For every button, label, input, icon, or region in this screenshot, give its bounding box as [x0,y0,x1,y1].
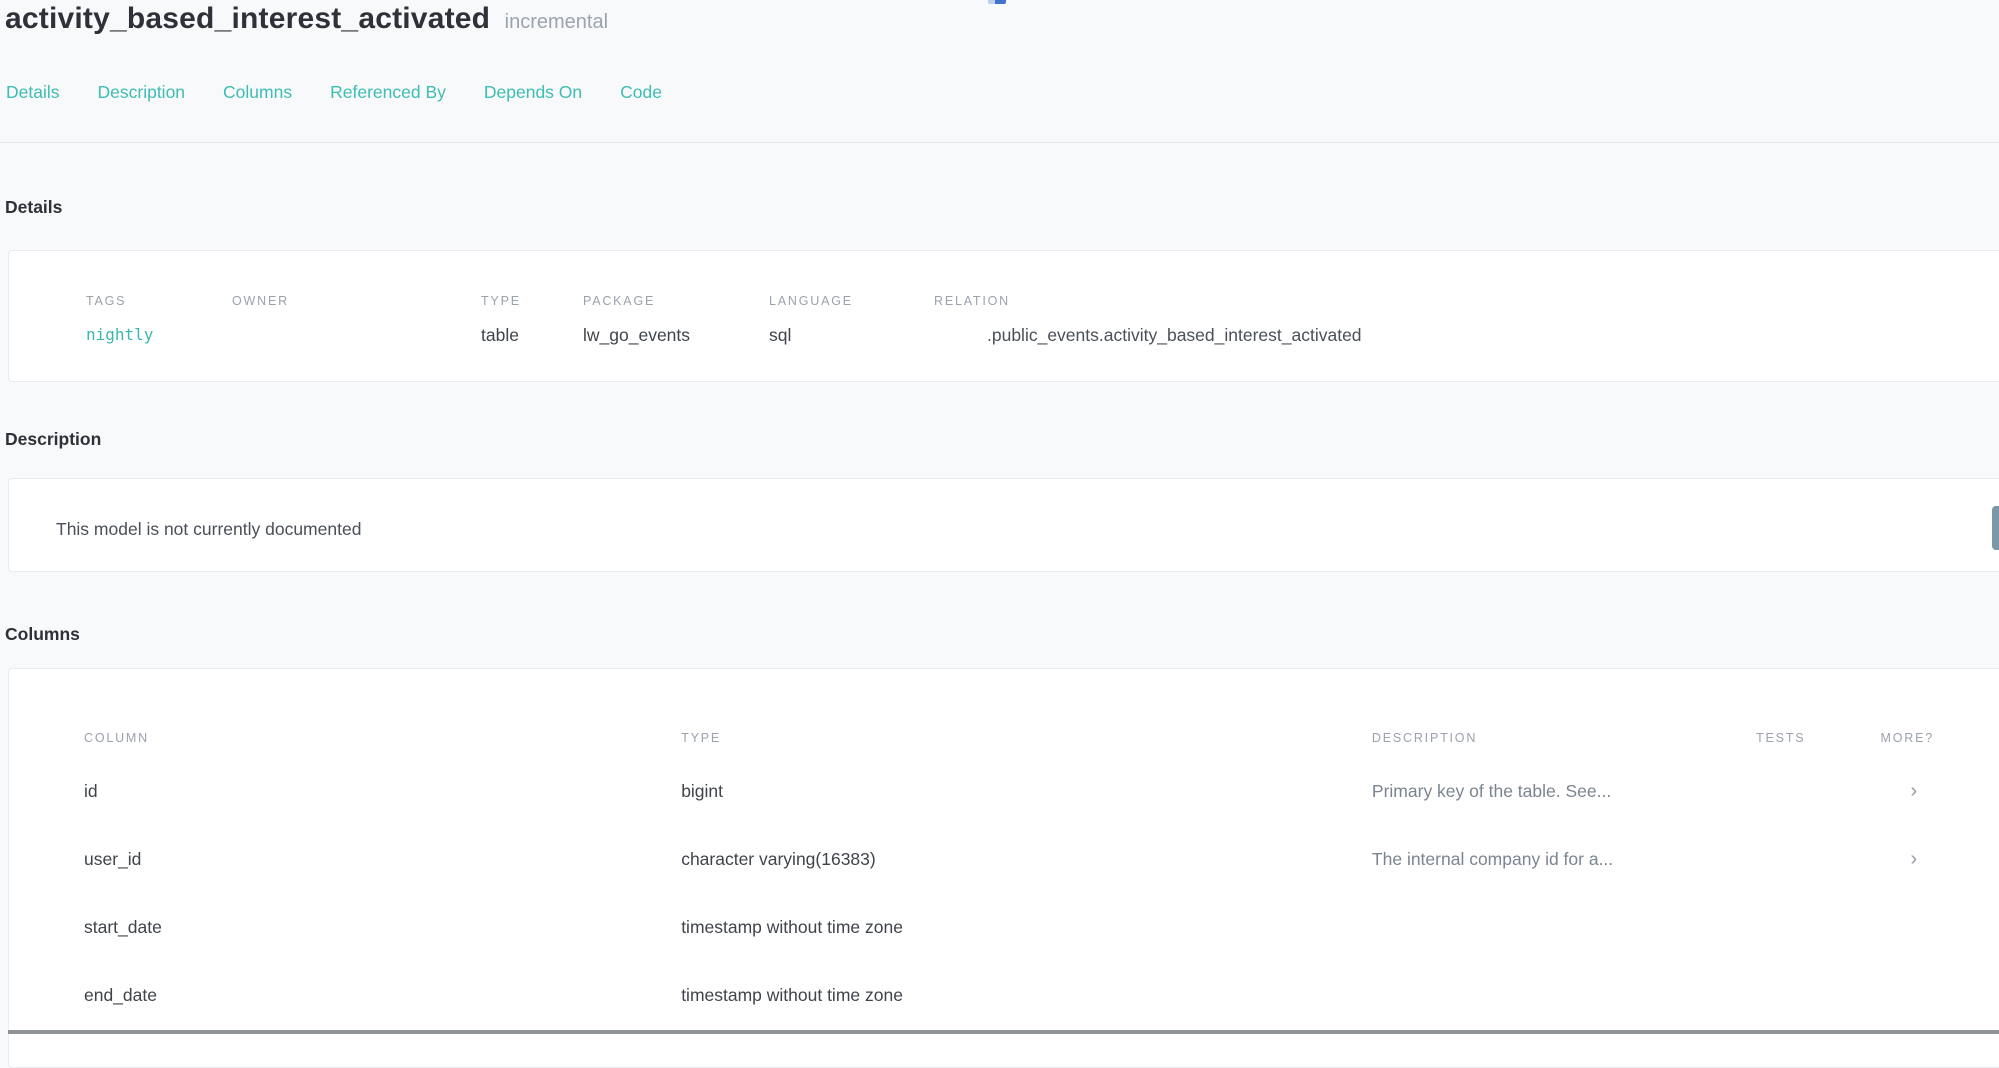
field-package: Package lw_go_events [583,294,769,381]
field-owner-label: Owner [232,294,481,308]
nav-tab-referenced-by[interactable]: Referenced By [330,82,446,103]
chevron-right-icon[interactable]: › [1911,781,1918,802]
field-owner-value [232,325,481,346]
header-description: Description [1372,731,1756,745]
field-relation-label: Relation [934,294,1999,308]
cell-column-type: timestamp without time zone [681,917,1372,938]
model-doc-page: activity_based_interest_activated increm… [0,0,1999,1034]
cell-column-name: start_date [84,917,681,938]
page-header: activity_based_interest_activated increm… [5,2,608,36]
field-tags: Tags nightly [86,294,232,381]
cell-column-type: bigint [681,781,1372,802]
nav-tab-description[interactable]: Description [98,82,186,103]
details-section-heading: Details [5,197,62,218]
field-tags-label: Tags [86,294,232,308]
tag-link[interactable]: nightly [86,325,232,346]
field-type-value: table [481,325,583,346]
table-row[interactable]: id bigint Primary key of the table. See.… [9,781,1990,802]
header-column: Column [84,731,681,745]
cell-more: › [1881,781,1990,802]
header-type: Type [681,731,1372,745]
table-row[interactable]: end_date timestamp without time zone [9,985,1990,1006]
cropped-top-artifact [988,0,1006,4]
table-row[interactable]: user_id character varying(16383) The int… [9,849,1990,870]
field-package-value: lw_go_events [583,325,769,346]
table-row[interactable]: start_date timestamp without time zone [9,917,1990,938]
field-type: Type table [481,294,583,381]
bottom-edge-bar [8,1030,1999,1034]
cropped-right-edge-button[interactable] [1992,506,1999,550]
field-owner: Owner [232,294,481,381]
header-more: More? [1881,731,1990,745]
columns-section-heading: Columns [5,624,80,645]
details-card: Tags nightly Owner Type table Package lw… [8,250,1999,382]
description-card: This model is not currently documented [8,478,1999,572]
field-type-label: Type [481,294,583,308]
columns-card: Column Type Description Tests More? id b… [8,668,1999,1068]
cell-column-name: end_date [84,985,681,1006]
field-package-label: Package [583,294,769,308]
nav-tab-details[interactable]: Details [6,82,60,103]
description-text: This model is not currently documented [56,519,1999,540]
columns-table-header: Column Type Description Tests More? [9,731,1990,745]
cell-more: › [1881,849,1990,870]
field-language: Language sql [769,294,934,381]
field-relation: Relation .public_events.activity_based_i… [934,294,1999,381]
field-language-label: Language [769,294,934,308]
cell-column-type: timestamp without time zone [681,985,1372,1006]
materialization-label: incremental [505,11,608,33]
nav-tab-depends-on[interactable]: Depends On [484,82,582,103]
section-nav: Details Description Columns Referenced B… [6,82,662,103]
cell-column-name: user_id [84,849,681,870]
field-relation-value: .public_events.activity_based_interest_a… [987,325,1999,346]
header-divider [0,142,1999,143]
field-language-value: sql [769,325,934,346]
cell-column-name: id [84,781,681,802]
cell-column-description: The internal company id for a... [1372,849,1756,870]
model-title: activity_based_interest_activated [5,2,490,35]
chevron-right-icon[interactable]: › [1911,849,1918,870]
description-section-heading: Description [5,429,101,450]
cell-column-description: Primary key of the table. See... [1372,781,1756,802]
header-tests: Tests [1756,731,1880,745]
nav-tab-code[interactable]: Code [620,82,662,103]
cell-column-type: character varying(16383) [681,849,1372,870]
nav-tab-columns[interactable]: Columns [223,82,292,103]
